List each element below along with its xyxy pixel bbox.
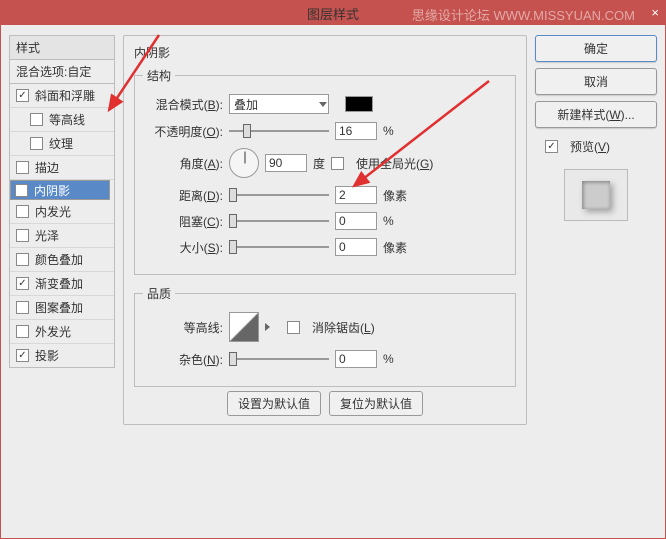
- style-row-8[interactable]: ✓ 渐变叠加: [10, 272, 114, 296]
- size-label: 大小(S):: [143, 239, 223, 256]
- quality-group: 品质 等高线: 消除锯齿(L) 杂色(N): %: [134, 285, 516, 387]
- antialias-label: 消除锯齿(L): [312, 319, 375, 336]
- antialias-checkbox[interactable]: [287, 321, 300, 334]
- reset-default-button[interactable]: 复位为默认值: [329, 391, 423, 416]
- style-row-1[interactable]: 等高线: [10, 108, 114, 132]
- choke-input[interactable]: [335, 212, 377, 230]
- shadow-color-swatch[interactable]: [345, 96, 373, 112]
- distance-input[interactable]: [335, 186, 377, 204]
- style-checkbox[interactable]: [16, 325, 29, 338]
- size-input[interactable]: [335, 238, 377, 256]
- opacity-label: 不透明度(O):: [143, 123, 223, 140]
- style-row-6[interactable]: 光泽: [10, 224, 114, 248]
- sidebar-header[interactable]: 样式: [9, 35, 115, 60]
- style-checkbox[interactable]: [30, 137, 43, 150]
- deg-unit: 度: [313, 155, 325, 172]
- cancel-button[interactable]: 取消: [535, 68, 657, 95]
- global-light-label: 使用全局光(G): [356, 155, 433, 172]
- style-checkbox[interactable]: [16, 301, 29, 314]
- ok-button[interactable]: 确定: [535, 35, 657, 62]
- chevron-down-icon: [319, 102, 327, 107]
- blend-mode-label: 混合模式(B):: [143, 96, 223, 113]
- style-checkbox[interactable]: [16, 161, 29, 174]
- panel-heading: 内阴影: [134, 44, 516, 61]
- size-slider[interactable]: [229, 239, 329, 255]
- choke-slider[interactable]: [229, 213, 329, 229]
- style-label: 斜面和浮雕: [35, 87, 95, 104]
- blend-options-row[interactable]: 混合选项:自定: [9, 60, 115, 84]
- style-row-2[interactable]: 纹理: [10, 132, 114, 156]
- style-checkbox[interactable]: ✓: [16, 277, 29, 290]
- distance-slider[interactable]: [229, 187, 329, 203]
- structure-legend: 结构: [143, 67, 175, 84]
- style-label: 渐变叠加: [35, 275, 83, 292]
- style-label: 投影: [35, 347, 59, 364]
- style-row-11[interactable]: ✓ 投影: [10, 344, 114, 367]
- style-label: 描边: [35, 159, 59, 176]
- style-label: 等高线: [49, 111, 85, 128]
- pct-unit3: %: [383, 352, 394, 366]
- dialog-title: 图层样式: [307, 4, 359, 23]
- settings-panel: 内阴影 结构 混合模式(B): 叠加 不透明度(O): % 角度(A): 度 使…: [123, 35, 527, 425]
- style-checkbox[interactable]: ✓: [15, 184, 28, 197]
- noise-slider[interactable]: [229, 351, 329, 367]
- noise-label: 杂色(N):: [143, 351, 223, 368]
- styles-sidebar: 样式 混合选项:自定 ✓ 斜面和浮雕等高线纹理描边 ✓ 内阴影内发光光泽颜色叠加 ✓ 渐变…: [9, 35, 115, 528]
- choke-label: 阻塞(C):: [143, 213, 223, 230]
- angle-dial[interactable]: [229, 148, 259, 178]
- style-checkbox[interactable]: [16, 253, 29, 266]
- px-unit: 像素: [383, 187, 407, 204]
- style-label: 内阴影: [34, 182, 70, 199]
- style-checkbox[interactable]: [16, 205, 29, 218]
- titlebar: 图层样式 思缘设计论坛 WWW.MISSYUAN.COM ×: [1, 1, 665, 25]
- style-row-10[interactable]: 外发光: [10, 320, 114, 344]
- distance-label: 距离(D):: [143, 187, 223, 204]
- preview-box: [564, 169, 628, 221]
- style-label: 纹理: [49, 135, 73, 152]
- style-label: 图案叠加: [35, 299, 83, 316]
- style-checkbox[interactable]: [30, 113, 43, 126]
- style-row-4[interactable]: ✓ 内阴影: [10, 180, 110, 200]
- style-checkbox[interactable]: [16, 229, 29, 242]
- preview-checkbox[interactable]: ✓: [545, 140, 558, 153]
- style-label: 内发光: [35, 203, 71, 220]
- opacity-slider[interactable]: [229, 123, 329, 139]
- style-label: 颜色叠加: [35, 251, 83, 268]
- pct-unit: %: [383, 124, 394, 138]
- style-label: 外发光: [35, 323, 71, 340]
- noise-input[interactable]: [335, 350, 377, 368]
- style-checkbox[interactable]: ✓: [16, 349, 29, 362]
- contour-label: 等高线:: [143, 319, 223, 336]
- make-default-button[interactable]: 设置为默认值: [227, 391, 321, 416]
- quality-legend: 品质: [143, 285, 175, 302]
- blend-mode-select[interactable]: 叠加: [229, 94, 329, 114]
- style-label: 光泽: [35, 227, 59, 244]
- global-light-checkbox[interactable]: [331, 157, 344, 170]
- style-row-9[interactable]: 图案叠加: [10, 296, 114, 320]
- contour-picker[interactable]: [229, 312, 259, 342]
- opacity-input[interactable]: [335, 122, 377, 140]
- new-style-button[interactable]: 新建样式(W)...: [535, 101, 657, 128]
- pct-unit2: %: [383, 214, 394, 228]
- style-row-5[interactable]: 内发光: [10, 200, 114, 224]
- style-row-0[interactable]: ✓ 斜面和浮雕: [10, 84, 114, 108]
- style-checkbox[interactable]: ✓: [16, 89, 29, 102]
- close-icon[interactable]: ×: [651, 5, 659, 20]
- angle-label: 角度(A):: [143, 155, 223, 172]
- angle-input[interactable]: [265, 154, 307, 172]
- structure-group: 结构 混合模式(B): 叠加 不透明度(O): % 角度(A): 度 使用全局光…: [134, 67, 516, 275]
- style-row-3[interactable]: 描边: [10, 156, 114, 180]
- watermark: 思缘设计论坛 WWW.MISSYUAN.COM: [412, 5, 635, 24]
- style-row-7[interactable]: 颜色叠加: [10, 248, 114, 272]
- px-unit2: 像素: [383, 239, 407, 256]
- preview-label: 预览(V): [570, 138, 610, 155]
